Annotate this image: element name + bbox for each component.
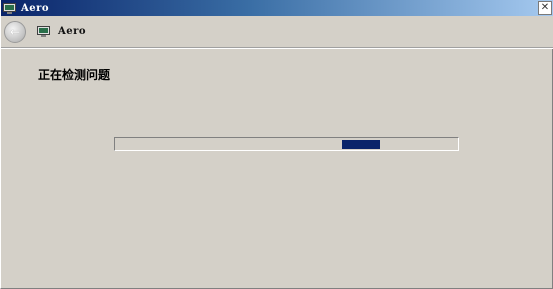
title-bar[interactable]: Aero ✕: [1, 0, 553, 16]
nav-title: Aero: [58, 26, 87, 37]
progress-bar: [114, 137, 459, 151]
progress-marquee-chunk: [342, 140, 380, 149]
monitor-icon: [37, 26, 50, 37]
window-title: Aero: [21, 2, 50, 14]
nav-separator: [1, 48, 553, 49]
dialog-window: Aero ✕ ← Aero 正在检测问题: [0, 0, 553, 289]
back-arrow-icon: ←: [9, 25, 21, 39]
close-button[interactable]: ✕: [538, 1, 552, 15]
monitor-icon: [3, 2, 16, 14]
page-heading: 正在检测问题: [38, 68, 111, 82]
back-button[interactable]: ←: [4, 21, 26, 43]
